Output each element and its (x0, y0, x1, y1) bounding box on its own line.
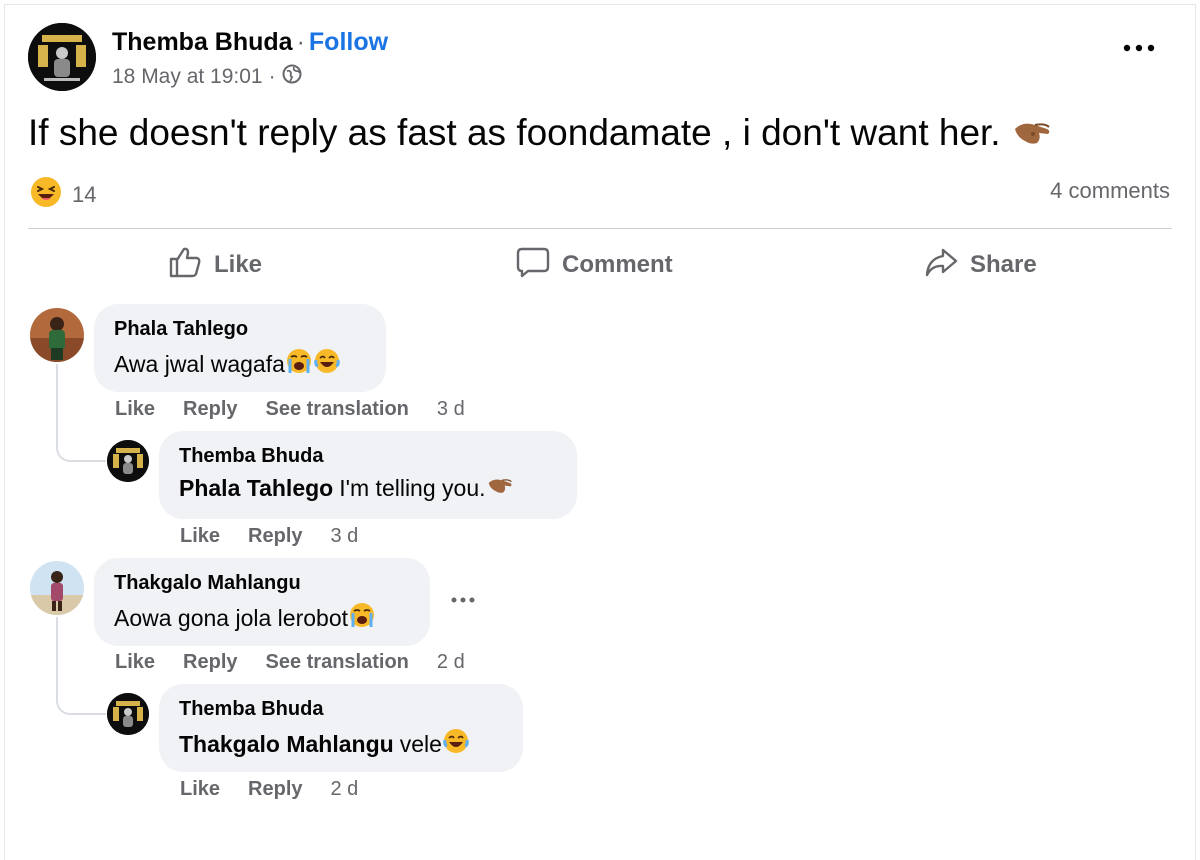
post-text: If she doesn't reply as fast as foondama… (28, 112, 1001, 153)
reply-author[interactable]: Themba Bhuda (179, 698, 503, 721)
reply-thread-line (56, 617, 106, 715)
tears-of-joy-emoji (313, 347, 341, 381)
thumbs-up-icon (168, 245, 202, 286)
reply-thread-line (56, 364, 106, 462)
comment-like-link[interactable]: Like (115, 398, 155, 421)
reply-text: I'm telling you. (339, 474, 486, 501)
post-author-name[interactable]: Themba Bhuda (112, 28, 293, 56)
loudly-crying-face-emoji (285, 347, 313, 381)
tears-of-joy-emoji (442, 727, 470, 761)
post-meta: 18 May at 19:01 · (112, 64, 302, 90)
reply-author-avatar[interactable] (107, 440, 149, 482)
commenter-avatar[interactable] (30, 308, 84, 362)
comment-text-row: Awa jwal wagafa (114, 347, 366, 381)
comment-timestamp[interactable]: 2 d (437, 651, 465, 674)
reply-bubble: Themba Bhuda Phala Tahlego I'm telling y… (159, 431, 577, 519)
laughing-face-icon (30, 176, 62, 214)
globe-icon (282, 64, 302, 90)
comment-more-options-icon[interactable] (450, 592, 476, 613)
post-date[interactable]: 18 May at 19:01 (112, 65, 263, 89)
comment-author[interactable]: Thakgalo Mahlangu (114, 572, 410, 595)
reply-timestamp[interactable]: 2 d (331, 778, 359, 801)
comment-actions: Like Reply See translation 3 d (115, 398, 465, 421)
reply-text: vele (399, 730, 442, 757)
comment-bubble: Phala Tahlego Awa jwal wagafa (94, 304, 386, 392)
reply-bubble: Themba Bhuda Thakgalo Mahlangu vele (159, 684, 523, 772)
reply-author[interactable]: Themba Bhuda (179, 445, 557, 468)
date-separator: · (268, 65, 276, 88)
comment-author[interactable]: Phala Tahlego (114, 318, 366, 341)
comment-reply-link[interactable]: Reply (183, 398, 237, 421)
comment-actions: Like Reply See translation 2 d (115, 651, 465, 674)
like-button[interactable]: Like (168, 246, 262, 284)
pinching-hand-emoji (486, 474, 514, 502)
like-label: Like (214, 251, 263, 278)
comment-button[interactable]: Comment (516, 246, 673, 284)
reply-text-row: Thakgalo Mahlangu vele (179, 727, 503, 761)
comment-text: Aowa gona jola lerobot (114, 604, 348, 631)
reply-text-row: Phala Tahlego I'm telling you. (179, 474, 557, 502)
post-body: If she doesn't reply as fast as foondama… (28, 112, 1053, 156)
comment-text: Awa jwal wagafa (114, 350, 285, 377)
reaction-summary[interactable]: 14 (30, 176, 96, 214)
post-more-options-icon[interactable] (1122, 38, 1156, 58)
comment-bubble: Thakgalo Mahlangu Aowa gona jola lerobot (94, 558, 430, 646)
reply-reply-link[interactable]: Reply (248, 525, 302, 548)
comment-reply-link[interactable]: Reply (183, 651, 237, 674)
share-button[interactable]: Share (924, 246, 1037, 284)
comment-timestamp[interactable]: 3 d (437, 398, 465, 421)
reply-actions: Like Reply 2 d (180, 778, 358, 801)
pinching-hand-emoji (1011, 114, 1053, 156)
share-label: Share (970, 251, 1037, 278)
post-author-line: Themba Bhuda · Follow (112, 28, 388, 57)
reply-reply-link[interactable]: Reply (248, 778, 302, 801)
header-separator: · (296, 28, 305, 56)
reaction-count: 14 (72, 182, 97, 207)
loudly-crying-face-emoji (348, 601, 376, 635)
reply-author-avatar[interactable] (107, 693, 149, 735)
follow-button[interactable]: Follow (309, 28, 388, 56)
divider (28, 228, 1172, 229)
see-translation-link[interactable]: See translation (266, 651, 409, 674)
reply-like-link[interactable]: Like (180, 525, 220, 548)
comment-text-row: Aowa gona jola lerobot (114, 601, 410, 635)
reply-mention[interactable]: Phala Tahlego (179, 475, 333, 502)
see-translation-link[interactable]: See translation (266, 398, 409, 421)
commenter-avatar[interactable] (30, 561, 84, 615)
author-avatar[interactable] (28, 23, 96, 91)
reply-like-link[interactable]: Like (180, 778, 220, 801)
reply-mention[interactable]: Thakgalo Mahlangu (179, 731, 394, 758)
comment-bubble-icon (516, 245, 550, 286)
share-arrow-icon (924, 245, 958, 286)
reply-timestamp[interactable]: 3 d (331, 525, 359, 548)
reply-actions: Like Reply 3 d (180, 525, 358, 548)
comment-label: Comment (562, 251, 673, 278)
comment-like-link[interactable]: Like (115, 651, 155, 674)
comments-count[interactable]: 4 comments (1050, 178, 1170, 204)
